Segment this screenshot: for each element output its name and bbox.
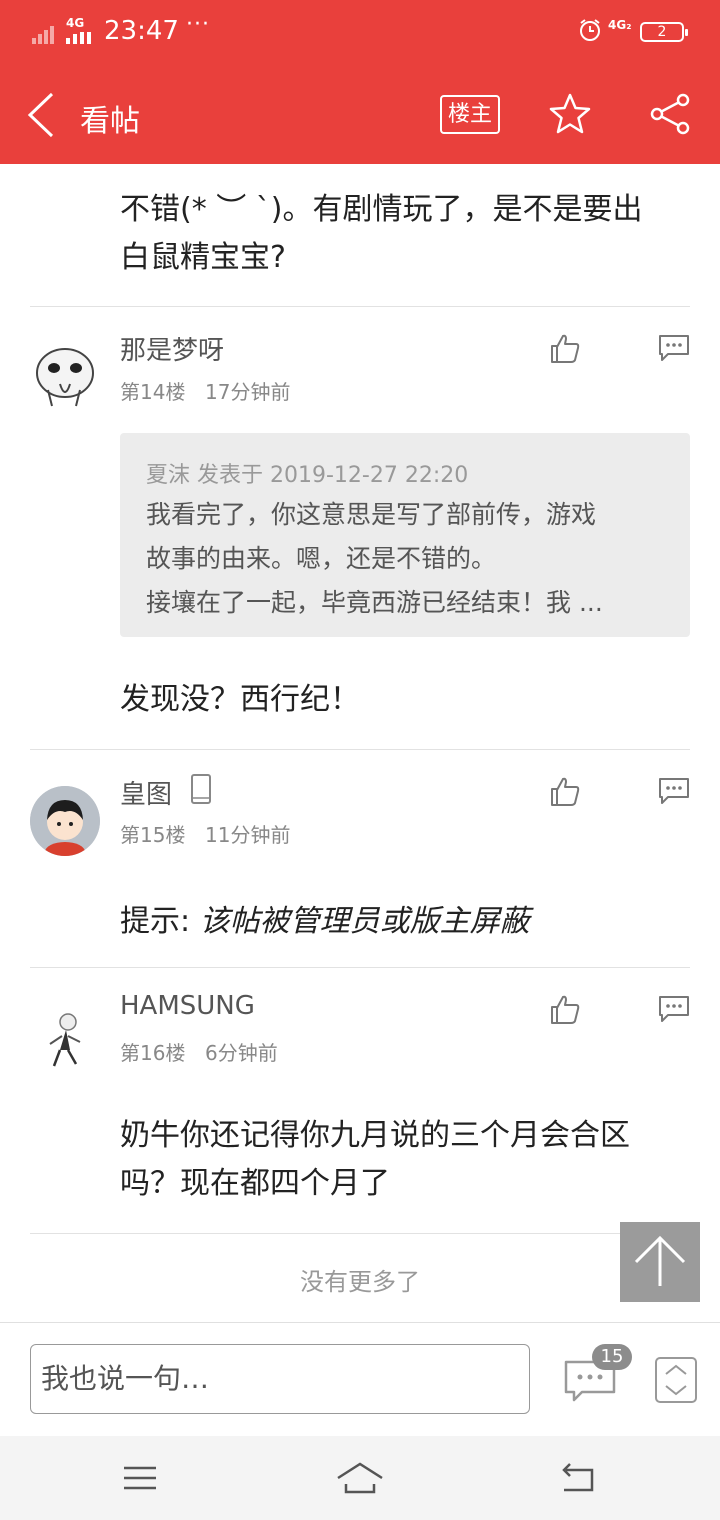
quote-line: 我看完了，你这意思是写了部前传，游戏: [146, 500, 597, 529]
reply-icon[interactable]: [658, 777, 690, 805]
star-icon[interactable]: [548, 92, 592, 136]
scroll-toggle-icon[interactable]: [654, 1356, 698, 1404]
quote-line: 接壤在了一起，毕竟西游已经结束！我 ...: [146, 588, 603, 617]
post-author[interactable]: 那是梦呀: [120, 330, 224, 367]
avatar-figure-icon: [49, 1013, 81, 1067]
app-root: 4G 23:47 ··· 4G₂ 2 看帖 楼主 不错(* ︶ `)。有剧情玩了…: [0, 0, 720, 1520]
quote-line: 故事的由来。嗯，还是不错的。: [146, 544, 497, 573]
avatar[interactable]: [30, 1004, 100, 1074]
quoted-post[interactable]: 夏沫 发表于 2019-12-27 22:20 我看完了，你这意思是写了部前传，…: [120, 433, 690, 637]
signal-icon: [32, 22, 62, 44]
reply-icon[interactable]: [658, 995, 690, 1023]
comment-input[interactable]: 我也说一句…: [30, 1344, 530, 1414]
no-more-message: 没有更多了: [300, 1268, 420, 1296]
network-type: 4G: [66, 16, 85, 30]
post-time: 11分钟前: [205, 823, 291, 847]
post-content-line: 吗？现在都四个月了: [120, 1166, 390, 1201]
post-time: 6分钟前: [205, 1041, 278, 1065]
like-icon[interactable]: [549, 993, 581, 1025]
phone-icon: [191, 774, 211, 804]
divider: [30, 306, 690, 307]
divider: [30, 967, 690, 968]
post-floor: 第15楼: [120, 823, 186, 847]
avatar[interactable]: [30, 786, 100, 856]
post-floor: 第14楼: [120, 380, 186, 404]
blocked-hint-text: 该帖被管理员或版主屏蔽: [199, 904, 530, 939]
battery-indicator: 2: [640, 22, 688, 42]
menu-icon[interactable]: [120, 1460, 160, 1496]
arrow-up-icon: [634, 1235, 686, 1286]
status-more: ···: [186, 12, 210, 37]
top-bar: 4G 23:47 ··· 4G₂ 2 看帖 楼主: [0, 0, 720, 164]
post-content-line: 奶牛你还记得你九月说的三个月会合区: [120, 1118, 630, 1153]
post-content-line: 不错(* ︶ `)。有剧情玩了，是不是要出: [120, 192, 643, 227]
back-icon[interactable]: [24, 92, 60, 138]
share-icon[interactable]: [648, 92, 692, 136]
signal-icon-2: [66, 32, 94, 44]
reply-icon[interactable]: [658, 334, 690, 362]
like-icon[interactable]: [549, 332, 581, 364]
scroll-to-top-button[interactable]: [620, 1222, 700, 1302]
divider: [30, 749, 690, 750]
post-author[interactable]: 皇图: [120, 774, 172, 811]
home-icon[interactable]: [336, 1460, 384, 1496]
network-type-2: 4G₂: [608, 18, 632, 32]
divider: [30, 1233, 690, 1234]
post-time: 17分钟前: [205, 380, 291, 404]
status-time: 23:47: [104, 16, 179, 46]
like-icon[interactable]: [549, 775, 581, 807]
avatar-boy-icon: [30, 786, 100, 856]
return-icon[interactable]: [558, 1460, 598, 1496]
comment-count-badge: 15: [592, 1344, 632, 1370]
page-title: 看帖: [80, 104, 140, 139]
post-floor: 第16楼: [120, 1041, 186, 1065]
owner-only-button[interactable]: 楼主: [440, 95, 500, 134]
post-author[interactable]: HAMSUNG: [120, 991, 255, 1021]
blocked-hint: 提示: 该帖被管理员或版主屏蔽: [120, 896, 530, 940]
avatar[interactable]: [30, 340, 100, 410]
post-content: 发现没？西行纪！: [120, 682, 360, 717]
alarm-icon: [580, 19, 600, 41]
post-content-line: 白鼠精宝宝?: [120, 240, 286, 275]
avatar-sticker-icon: [36, 348, 94, 407]
quote-header: 夏沫 发表于 2019-12-27 22:20: [146, 463, 469, 488]
blocked-hint-label: 提示:: [120, 904, 200, 939]
